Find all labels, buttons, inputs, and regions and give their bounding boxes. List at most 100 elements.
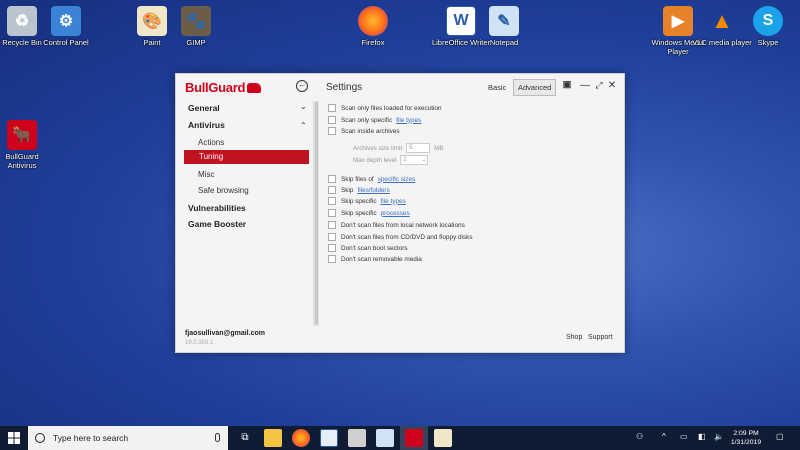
desktop-icon-notepad[interactable]: ✎ Notepad bbox=[474, 6, 534, 47]
archives-size-label: Archives size limit bbox=[353, 144, 403, 152]
checkbox[interactable] bbox=[328, 244, 336, 252]
basic-mode-button[interactable]: Basic bbox=[488, 83, 506, 92]
restore-icon[interactable]: ⤢ bbox=[593, 80, 605, 91]
desktop-icon-label: Notepad bbox=[489, 38, 519, 47]
option-skip-processes: Skip specific processes bbox=[328, 209, 410, 217]
window-header: BullGuard ← Settings Basic Advanced ▣ — … bbox=[176, 74, 624, 101]
skype-icon: S bbox=[753, 6, 783, 36]
network-icon[interactable]: ◧ bbox=[698, 432, 706, 441]
option-label: Scan only specific bbox=[341, 116, 393, 124]
firefox-icon bbox=[358, 6, 388, 36]
close-icon[interactable]: ✕ bbox=[606, 80, 618, 91]
bullguard-bull-icon: 🐂 bbox=[7, 120, 37, 150]
option-scan-loaded-files: Scan only files loaded for execution bbox=[328, 104, 442, 112]
desktop-icon-firefox[interactable]: Firefox bbox=[343, 6, 403, 47]
max-depth-level: Max depth level 2 ⌄ bbox=[353, 155, 429, 165]
brand-name: BullGuard bbox=[185, 80, 246, 95]
checkbox[interactable] bbox=[328, 127, 336, 135]
file-types-link[interactable]: file types bbox=[381, 198, 406, 205]
settings-sidebar: General ⌄ Antivirus ⌃ Actions Tuning Mis… bbox=[176, 101, 312, 326]
file-types-link[interactable]: file types bbox=[396, 117, 421, 124]
recycle-bin-icon: ♻ bbox=[7, 6, 37, 36]
volume-icon[interactable]: 🔈 bbox=[714, 432, 724, 441]
desktop-icon-label: GIMP bbox=[186, 38, 206, 47]
checkbox[interactable] bbox=[328, 175, 336, 183]
scrollbar-thumb[interactable] bbox=[315, 102, 318, 324]
files-folders-link[interactable]: files/folders bbox=[357, 187, 389, 194]
minimize-icon[interactable]: — bbox=[579, 80, 591, 91]
option-label: Skip specific bbox=[341, 197, 377, 205]
sidebar-item-vulnerabilities[interactable]: Vulnerabilities bbox=[188, 203, 246, 213]
paint-taskbar-icon[interactable] bbox=[434, 429, 452, 447]
desktop-icon-skype[interactable]: S Skype bbox=[738, 6, 798, 47]
checkbox[interactable] bbox=[328, 104, 336, 112]
option-label: Don't scan files from CD/DVD and floppy … bbox=[341, 233, 473, 241]
windows-start-icon[interactable] bbox=[8, 432, 20, 444]
advanced-mode-button[interactable]: Advanced bbox=[513, 79, 557, 96]
people-icon[interactable]: ⚇ bbox=[636, 432, 643, 441]
windows-media-player-icon: ▶ bbox=[663, 6, 693, 36]
checkbox[interactable] bbox=[328, 221, 336, 229]
taskbar-search-box[interactable]: Type here to search bbox=[28, 426, 228, 450]
task-view-icon[interactable]: ⧉ bbox=[236, 429, 254, 447]
shop-link[interactable]: Shop bbox=[566, 334, 582, 341]
firefox-taskbar-icon[interactable] bbox=[292, 429, 310, 447]
sidebar-item-actions[interactable]: Actions bbox=[198, 138, 224, 147]
checkbox[interactable] bbox=[328, 209, 336, 217]
desktop-icon-control-panel[interactable]: ⚙ Control Panel bbox=[36, 6, 96, 47]
option-label: Scan only files loaded for execution bbox=[341, 104, 442, 112]
processes-link[interactable]: processes bbox=[381, 210, 410, 217]
sidebar-item-tuning[interactable]: Tuning bbox=[184, 150, 309, 164]
bullguard-logo: BullGuard bbox=[185, 80, 262, 95]
microphone-icon[interactable] bbox=[215, 433, 220, 442]
back-arrow-icon[interactable]: ← bbox=[296, 80, 308, 92]
bullguard-taskbar-icon[interactable] bbox=[405, 429, 423, 447]
cortana-circle-icon bbox=[35, 433, 45, 443]
desktop-icon-bullguard[interactable]: 🐂 BullGuard Antivirus bbox=[0, 120, 52, 170]
notepad-icon: ✎ bbox=[489, 6, 519, 36]
archives-size-unit: MB bbox=[434, 144, 444, 152]
chevron-up-icon[interactable]: ⌃ bbox=[300, 121, 307, 130]
gimp-icon: 🐾 bbox=[181, 6, 211, 36]
checkbox[interactable] bbox=[328, 197, 336, 205]
sidebar-item-misc[interactable]: Misc bbox=[198, 170, 214, 179]
show-hidden-icons-chevron[interactable]: ^ bbox=[662, 432, 666, 441]
file-explorer-icon[interactable] bbox=[264, 429, 282, 447]
option-no-cd-scan: Don't scan files from CD/DVD and floppy … bbox=[328, 233, 473, 241]
checkbox[interactable] bbox=[328, 116, 336, 124]
option-label: Don't scan boot sectors bbox=[341, 244, 408, 252]
taskbar: Type here to search ⧉ ⚇ ^ ▭ ◧ 🔈 2:09 PM … bbox=[0, 426, 800, 450]
checkbox[interactable] bbox=[328, 255, 336, 263]
sidebar-item-general[interactable]: General bbox=[188, 103, 220, 113]
desktop-icon-gimp[interactable]: 🐾 GIMP bbox=[166, 6, 226, 47]
desktop-icon-label: Skype bbox=[757, 38, 779, 47]
option-label: Don't scan removable media bbox=[341, 255, 422, 263]
sidebar-item-game-booster[interactable]: Game Booster bbox=[188, 219, 246, 229]
option-scan-specific-types: Scan only specific file types bbox=[328, 116, 421, 124]
calculator-icon[interactable] bbox=[348, 429, 366, 447]
checkbox[interactable] bbox=[328, 186, 336, 194]
clock-time: 2:09 PM bbox=[733, 430, 759, 437]
action-center-icon[interactable]: ▢ bbox=[776, 432, 784, 441]
checkbox[interactable] bbox=[328, 233, 336, 241]
option-skip-file-types: Skip specific file types bbox=[328, 197, 406, 205]
libreoffice-taskbar-icon[interactable] bbox=[320, 429, 338, 447]
archives-size-input[interactable]: 5 bbox=[406, 143, 431, 153]
notepad-taskbar-icon[interactable] bbox=[376, 429, 394, 447]
bull-icon bbox=[247, 82, 262, 93]
specific-sizes-link[interactable]: specific sizes bbox=[378, 176, 416, 183]
battery-icon[interactable]: ▭ bbox=[680, 432, 688, 441]
option-scan-archives: Scan inside archives bbox=[328, 127, 400, 135]
chevron-down-icon[interactable]: ⌄ bbox=[300, 102, 307, 111]
max-depth-select[interactable]: 2 ⌄ bbox=[400, 155, 429, 165]
support-link[interactable]: Support bbox=[588, 334, 613, 341]
option-label: Skip bbox=[341, 186, 354, 194]
option-label: Scan inside archives bbox=[341, 127, 400, 135]
option-no-removable-scan: Don't scan removable media bbox=[328, 255, 422, 263]
help-icon[interactable]: ▣ bbox=[561, 79, 573, 90]
desktop-icon-label: BullGuard Antivirus bbox=[5, 152, 39, 170]
system-clock[interactable]: 2:09 PM 1/31/2019 bbox=[726, 429, 766, 447]
sidebar-item-safe-browsing[interactable]: Safe browsing bbox=[198, 186, 249, 195]
sidebar-item-antivirus[interactable]: Antivirus bbox=[188, 120, 225, 130]
paint-icon: 🎨 bbox=[137, 6, 167, 36]
